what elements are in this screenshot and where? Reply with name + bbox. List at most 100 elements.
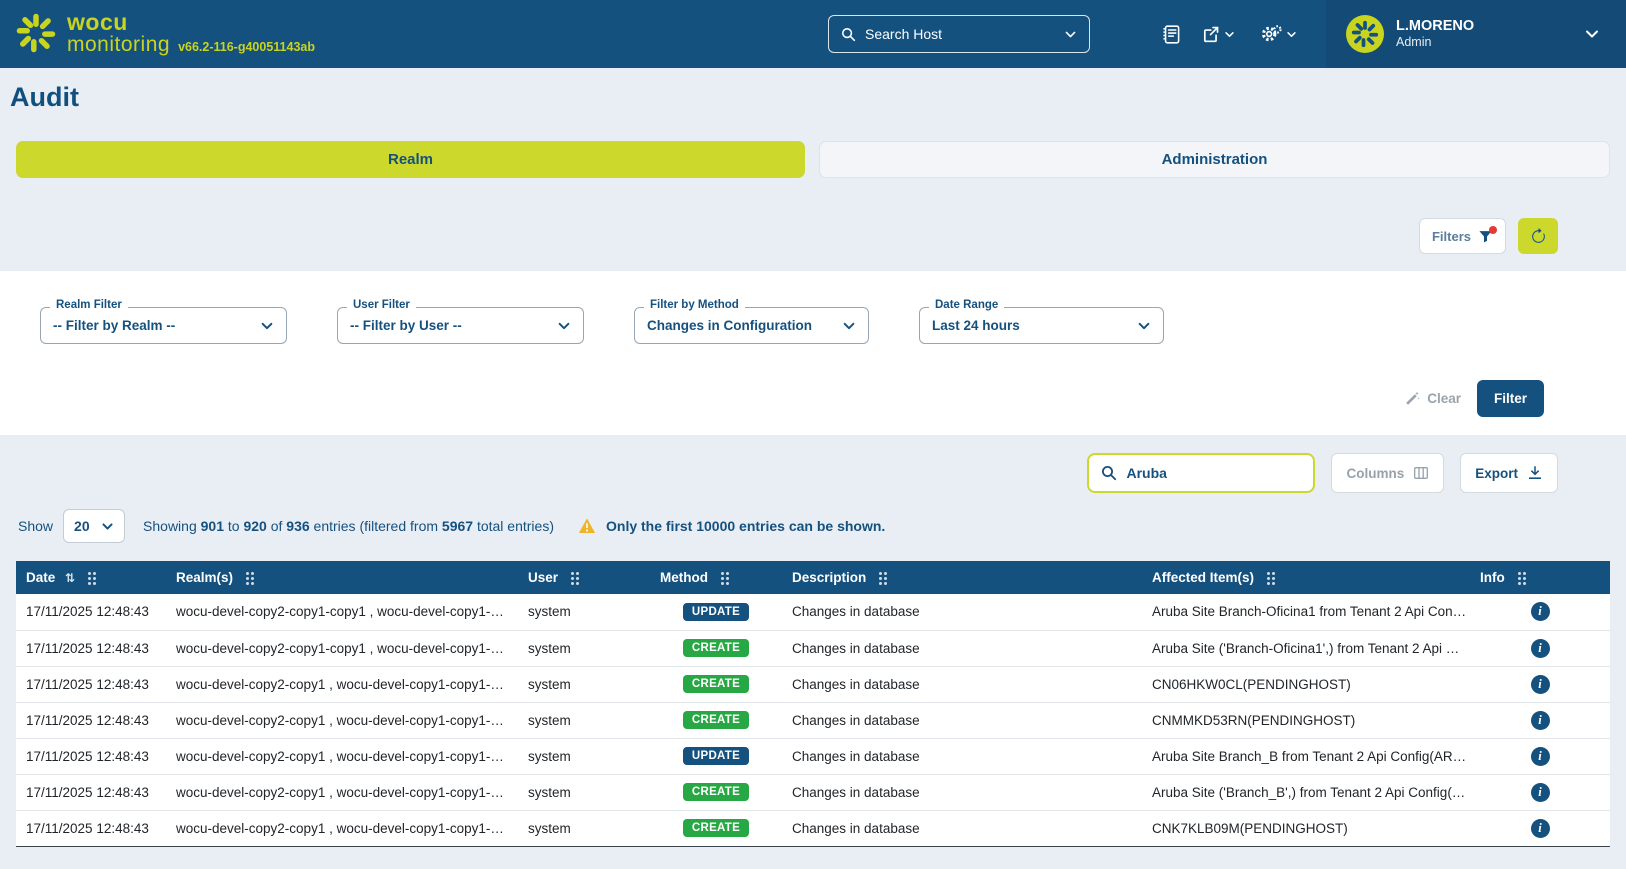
- date-range-value: Last 24 hours: [932, 318, 1020, 333]
- table-row: 17/11/2025 12:48:43 wocu-devel-copy2-copy…: [16, 630, 1610, 667]
- show-label: Show: [18, 518, 54, 534]
- user-menu[interactable]: L.MORENO Admin: [1326, 0, 1626, 68]
- chevron-down-icon: [557, 319, 571, 333]
- user-filter-select[interactable]: User Filter -- Filter by User --: [337, 299, 584, 344]
- method-filter-select[interactable]: Filter by Method Changes in Configuratio…: [634, 299, 869, 344]
- cell-info: i: [1470, 702, 1610, 739]
- realm-filter-select[interactable]: Realm Filter -- Filter by Realm --: [40, 299, 287, 344]
- cell-description: Changes in database: [782, 702, 1142, 739]
- table-row: 17/11/2025 12:48:43 wocu-devel-copy2-copy…: [16, 666, 1610, 703]
- refresh-button[interactable]: [1518, 218, 1558, 254]
- cell-date: 17/11/2025 12:48:43: [16, 666, 166, 703]
- page-size-value: 20: [74, 518, 90, 534]
- method-badge: CREATE: [682, 639, 750, 657]
- table-search-input[interactable]: [1126, 465, 1302, 481]
- warning-icon: [578, 517, 596, 535]
- column-header-user[interactable]: User: [518, 561, 650, 594]
- chevron-down-icon: [1137, 319, 1151, 333]
- tab-realm[interactable]: Realm: [16, 141, 805, 178]
- page-title: Audit: [10, 82, 79, 112]
- cell-info: i: [1470, 810, 1610, 847]
- sort-icon: ⇅: [65, 571, 76, 585]
- brand[interactable]: wocu monitoring v66.2-116-g40051143ab: [14, 10, 315, 56]
- column-grip-icon[interactable]: [1266, 571, 1270, 575]
- entries-text: to: [223, 518, 244, 534]
- brand-text: wocu monitoring v66.2-116-g40051143ab: [67, 10, 315, 56]
- brand-version: v66.2-116-g40051143ab: [178, 40, 315, 55]
- apply-filter-button[interactable]: Filter: [1476, 380, 1544, 417]
- column-header-info[interactable]: Info: [1470, 561, 1610, 594]
- refresh-icon: [1530, 227, 1547, 245]
- columns-label: Columns: [1346, 465, 1405, 481]
- column-grip-icon[interactable]: [87, 571, 91, 575]
- cell-info: i: [1470, 594, 1610, 631]
- column-label: Realm(s): [176, 570, 234, 585]
- column-header-affected-items[interactable]: Affected Item(s): [1142, 561, 1470, 594]
- filters-toggle-button[interactable]: Filters: [1418, 218, 1506, 254]
- method-badge: UPDATE: [682, 602, 750, 621]
- cell-affected-items: CNMMKD53RN(PENDINGHOST): [1142, 702, 1470, 739]
- column-header-description[interactable]: Description: [782, 561, 1142, 594]
- info-bar: Show 20 Showing 901 to 920 of 936 entrie…: [16, 509, 1610, 543]
- columns-icon: [1413, 465, 1429, 481]
- cell-realms: wocu-devel-copy2-copy1-copy1 , wocu-deve…: [166, 630, 518, 667]
- external-links-menu-button[interactable]: [1202, 0, 1235, 68]
- user-role: Admin: [1396, 35, 1432, 50]
- export-button[interactable]: Export: [1460, 453, 1558, 493]
- info-icon[interactable]: i: [1530, 674, 1550, 694]
- info-icon[interactable]: i: [1530, 746, 1550, 766]
- realm-filter-label: Realm Filter: [50, 299, 128, 311]
- cell-affected-items: Aruba Site Branch-Oficina1 from Tenant 2…: [1142, 594, 1470, 631]
- info-icon[interactable]: i: [1530, 710, 1550, 730]
- clear-filters-button[interactable]: Clear: [1404, 391, 1461, 407]
- date-range-select[interactable]: Date Range Last 24 hours: [919, 299, 1164, 344]
- cell-user: system: [518, 630, 650, 667]
- filters-toolbar: Filters: [16, 218, 1558, 254]
- user-info: L.MORENO Admin: [1396, 18, 1572, 49]
- filter-active-dot: [1489, 225, 1497, 234]
- cell-date: 17/11/2025 12:48:43: [16, 774, 166, 811]
- method-badge: CREATE: [682, 711, 750, 729]
- column-header-method[interactable]: Method: [650, 561, 782, 594]
- cell-description: Changes in database: [782, 774, 1142, 811]
- method-filter-value: Changes in Configuration: [647, 318, 812, 333]
- tab-administration[interactable]: Administration: [819, 141, 1610, 178]
- table-row: 17/11/2025 12:48:43 wocu-devel-copy2-copy…: [16, 810, 1610, 847]
- cell-description: Changes in database: [782, 738, 1142, 775]
- column-grip-icon[interactable]: [1517, 571, 1521, 575]
- method-badge: CREATE: [682, 819, 750, 837]
- cell-method: CREATE: [650, 630, 782, 667]
- host-search-combobox[interactable]: Search Host: [828, 15, 1090, 53]
- funnel-icon: [1478, 225, 1497, 244]
- entries-summary: Showing 901 to 920 of 936 entries (filte…: [143, 518, 554, 534]
- journal-icon: [1162, 24, 1181, 44]
- audit-table-body: 17/11/2025 12:48:43 wocu-devel-copy2-copy…: [16, 594, 1610, 847]
- info-icon[interactable]: i: [1530, 818, 1550, 838]
- info-icon[interactable]: i: [1530, 782, 1550, 802]
- column-header-date[interactable]: Date ⇅: [16, 561, 166, 594]
- table-row: 17/11/2025 12:48:43 wocu-devel-copy2-copy…: [16, 702, 1610, 739]
- columns-button[interactable]: Columns: [1331, 453, 1445, 493]
- cell-user: system: [518, 594, 650, 631]
- column-grip-icon[interactable]: [245, 571, 249, 575]
- cell-date: 17/11/2025 12:48:43: [16, 702, 166, 739]
- filter-panel: Realm Filter -- Filter by Realm -- User …: [0, 271, 1626, 435]
- column-header-realms[interactable]: Realm(s): [166, 561, 518, 594]
- documentation-button[interactable]: [1162, 0, 1181, 68]
- chevron-down-icon: [1584, 26, 1600, 42]
- info-icon[interactable]: i: [1530, 638, 1550, 658]
- page-size-select[interactable]: 20: [63, 509, 126, 543]
- column-grip-icon[interactable]: [720, 571, 724, 575]
- column-label: Description: [792, 570, 867, 585]
- entries-text: entries (filtered from: [309, 518, 442, 534]
- column-grip-icon[interactable]: [879, 571, 883, 575]
- table-search[interactable]: [1087, 453, 1316, 493]
- table-row: 17/11/2025 12:48:43 wocu-devel-copy2-copy…: [16, 738, 1610, 775]
- cell-user: system: [518, 738, 650, 775]
- admin-settings-menu-button[interactable]: [1260, 0, 1297, 68]
- column-grip-icon[interactable]: [570, 571, 574, 575]
- info-icon[interactable]: i: [1530, 602, 1550, 622]
- entries-count: 936: [286, 518, 310, 534]
- entries-count: 920: [243, 518, 267, 534]
- cell-date: 17/11/2025 12:48:43: [16, 810, 166, 847]
